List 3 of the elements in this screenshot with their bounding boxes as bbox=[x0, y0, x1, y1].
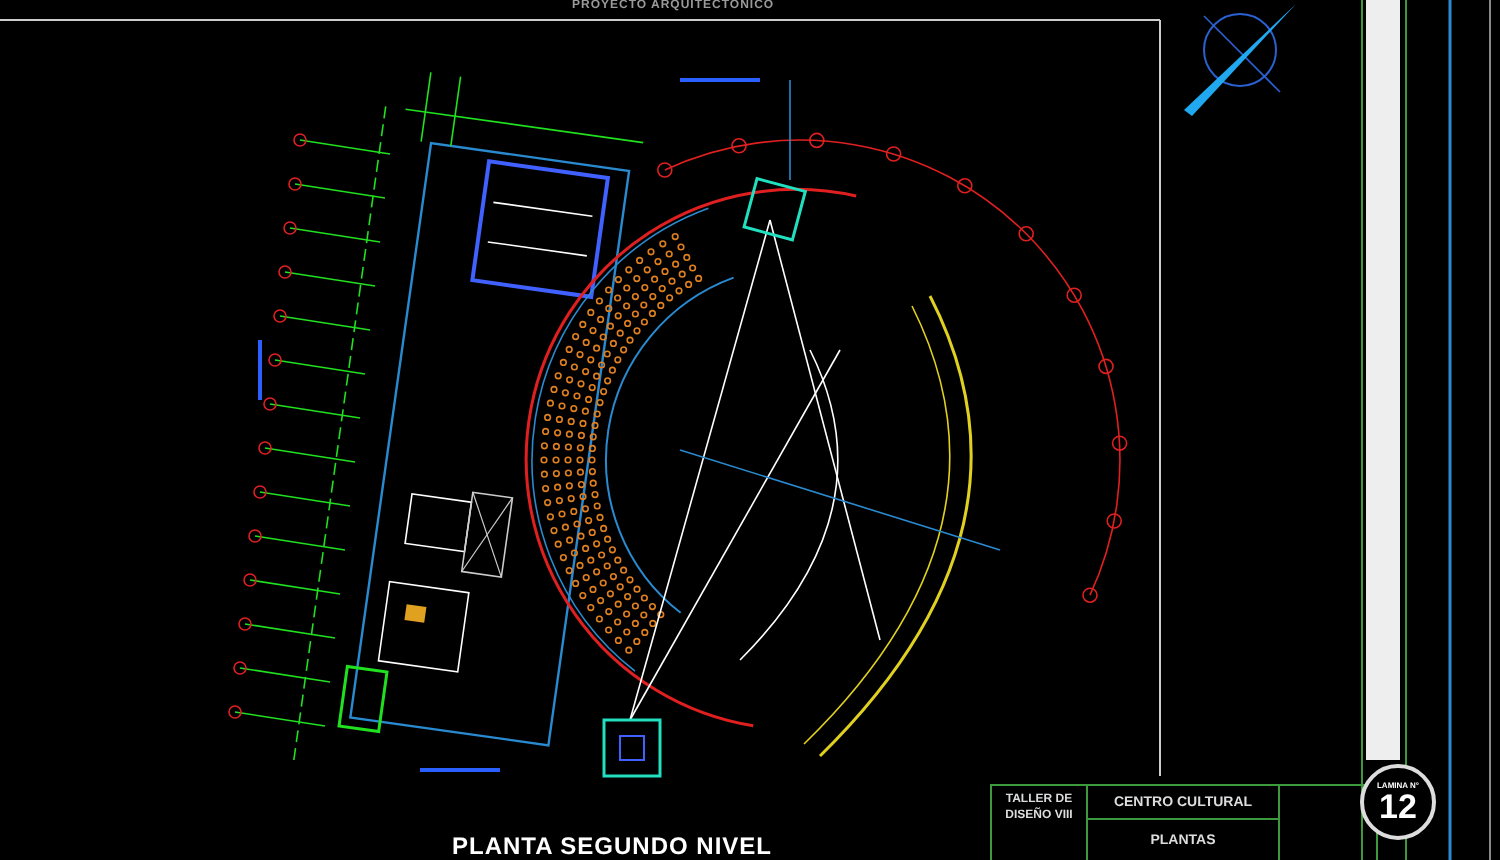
sheet-number: 12 bbox=[1379, 790, 1417, 824]
plan-title: PLANTA SEGUNDO NIVEL bbox=[452, 832, 773, 860]
north-arrow-icon bbox=[1184, 4, 1296, 116]
